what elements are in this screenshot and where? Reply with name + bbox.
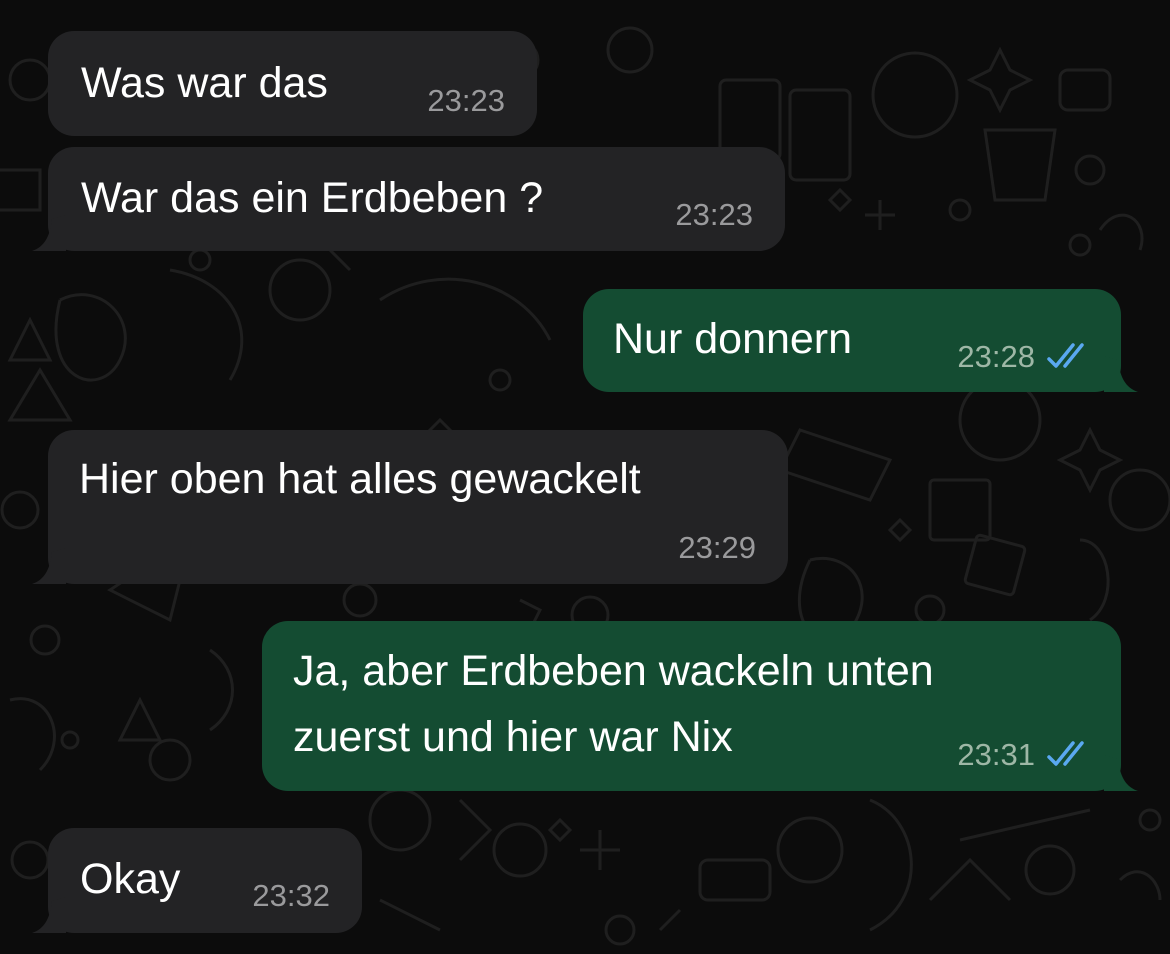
message-text-line-1: Ja, aber Erdbeben wackeln unten (293, 647, 934, 695)
bubble-tail (1104, 356, 1138, 392)
message-text: Okay (80, 855, 181, 903)
message-bubble-incoming[interactable]: Hier oben hat alles gewackelt 23:29 (48, 430, 788, 584)
bubble-tail (32, 548, 66, 584)
message-time: 23:23 (675, 197, 753, 232)
message-bubble-incoming[interactable]: Was war das 23:23 (48, 31, 537, 136)
chat-view: Was war das 23:23 War das ein Erdbeben ?… (0, 0, 1170, 954)
double-check-read-icon (1047, 741, 1084, 766)
message-bubble-incoming[interactable]: Okay 23:32 (48, 828, 362, 933)
message-time: 23:29 (678, 530, 756, 565)
bubble-tail (1104, 755, 1138, 791)
bubble-tail (32, 215, 66, 251)
message-bubble-outgoing[interactable]: Nur donnern 23:28 (583, 289, 1121, 392)
message-text: Was war das (81, 59, 328, 107)
message-time: 23:32 (252, 878, 330, 913)
message-text: War das ein Erdbeben ? (81, 174, 544, 222)
message-text-line-2: zuerst und hier war Nix (293, 713, 733, 761)
message-time: 23:28 (957, 339, 1035, 374)
message-time: 23:31 (957, 737, 1035, 772)
double-check-read-icon (1047, 343, 1084, 368)
message-bubble-incoming[interactable]: War das ein Erdbeben ? 23:23 (48, 147, 785, 251)
message-bubble-outgoing[interactable]: Ja, aber Erdbeben wackeln unten zuerst u… (262, 621, 1121, 791)
bubble-tail (32, 897, 66, 933)
message-text: Hier oben hat alles gewackelt (79, 455, 641, 503)
message-time: 23:23 (427, 83, 505, 118)
message-text: Nur donnern (613, 315, 853, 363)
